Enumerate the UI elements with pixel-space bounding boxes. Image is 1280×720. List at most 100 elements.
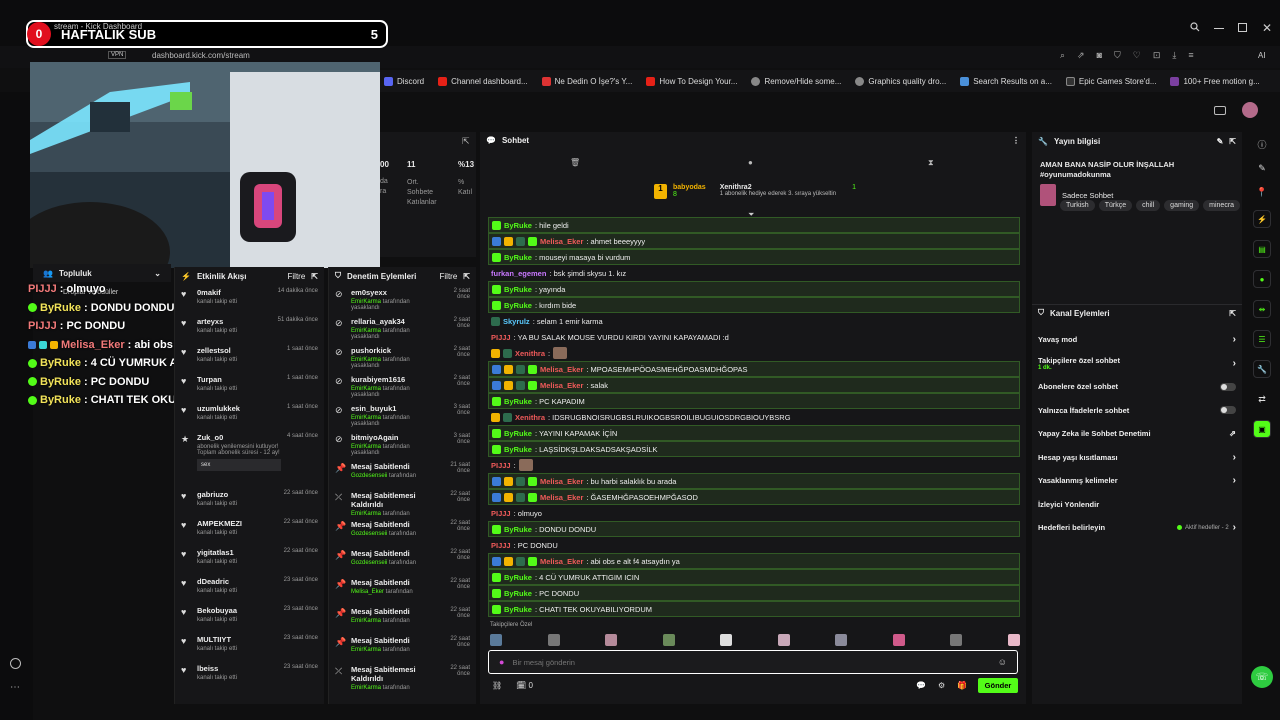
more-icon[interactable]: ⋮: [1012, 136, 1020, 145]
chat-message[interactable]: Melisa_Eker: MPOASEMHPÖOASMEHĞPOASMDHĞOP…: [488, 361, 1020, 377]
chat-message[interactable]: PIJJJ: PC DONDU: [488, 537, 1020, 553]
emote-button[interactable]: [720, 634, 733, 646]
emote-button[interactable]: [547, 634, 560, 646]
channel-action-item[interactable]: Hedefleri belirleyin Aktif hedefler - 2 ›: [1032, 516, 1242, 540]
emote-button[interactable]: [605, 634, 618, 646]
chevron-right-icon[interactable]: ›: [1233, 522, 1236, 533]
activity-item[interactable]: ♥ Turpan kanalı takip etti 1 saat önce: [175, 372, 324, 401]
vpn-badge[interactable]: VPN: [108, 51, 127, 59]
chat-message[interactable]: ByRuke: PC KAPADIM: [488, 393, 1020, 409]
chat-username[interactable]: PIJJJ: [491, 461, 511, 470]
chat-username[interactable]: PIJJJ: [491, 541, 511, 550]
chat-message[interactable]: Xenithra:: [488, 345, 1020, 361]
chat-username[interactable]: ByRuke: [504, 301, 532, 310]
emote-button[interactable]: [950, 634, 963, 646]
emote-button[interactable]: [835, 634, 848, 646]
close-icon[interactable]: ✕: [1262, 21, 1272, 35]
window-icon[interactable]: [1214, 106, 1226, 115]
link-icon[interactable]: ⇹: [1253, 300, 1271, 318]
chat-username[interactable]: ByRuke: [504, 445, 532, 454]
share-icon[interactable]: ⇄: [1244, 384, 1280, 414]
chat-message[interactable]: Melisa_Eker: abi obs e alt f4 atsaydın y…: [488, 553, 1020, 569]
emote-button[interactable]: [777, 634, 790, 646]
zoom-icon[interactable]: ⌕: [1060, 50, 1065, 61]
chevron-right-icon[interactable]: ›: [1233, 452, 1236, 463]
channel-action-item[interactable]: Abonelere özel sohbet: [1032, 375, 1242, 399]
chat-message[interactable]: ByRuke: DONDU DONDU: [488, 521, 1020, 537]
send-button[interactable]: Gönder: [978, 678, 1018, 693]
activity-item[interactable]: ♥ AMPEKMEZI kanalı takip etti 22 saat önce: [175, 516, 324, 545]
moderation-item[interactable]: ⤫ Mesaj Sabitlemesi Kaldırıldı EmirKarma t…: [329, 488, 476, 517]
moderation-item[interactable]: ⊘ kurabiyem1616 EmirKarma tarafından yasak…: [329, 372, 476, 401]
chat-username[interactable]: Melisa_Eker: [540, 493, 583, 502]
activity-item[interactable]: ♥ MULTIIYT kanalı takip etti 23 saat önce: [175, 632, 324, 661]
activity-filter-button[interactable]: Filtre: [288, 272, 306, 281]
chevron-down-icon[interactable]: ⌄: [154, 269, 161, 278]
chat-settings-icon[interactable]: 💬: [916, 681, 926, 690]
chevron-right-icon[interactable]: ›: [1233, 334, 1236, 345]
chat-message[interactable]: PIJJJ: YA BU SALAK MOUSE VURDU KIRDI YAY…: [488, 329, 1020, 345]
moderation-item[interactable]: 📌 Mesaj Sabitlendi Gozdesenseii tarafından…: [329, 459, 476, 488]
browser-tab[interactable]: stream - Kick Dashboard: [54, 22, 142, 31]
emote-button[interactable]: [892, 634, 905, 646]
chat-username[interactable]: ByRuke: [504, 397, 532, 406]
channel-action-item[interactable]: Yalnızca İfadelerle sohbet: [1032, 399, 1242, 423]
moderation-item[interactable]: ⊘ pushorkick EmirKarma tarafından yasaklan…: [329, 343, 476, 372]
expand-icon[interactable]: ⇱: [463, 272, 470, 281]
trash-icon[interactable]: 🗑: [570, 158, 580, 167]
category-thumbnail[interactable]: [1040, 184, 1056, 206]
activity-item[interactable]: ♥ 0makif kanalı takip etti 14 dakika önce: [175, 285, 324, 314]
chat-message[interactable]: ByRuke: 4 CÜ YUMRUK ATTIGIM ICIN: [488, 569, 1020, 585]
gift-icon[interactable]: ▣: [1253, 420, 1271, 438]
channel-action-item[interactable]: Yasaklanmış kelimeler ›: [1032, 469, 1242, 493]
toggle-switch[interactable]: [1220, 382, 1236, 391]
chat-message[interactable]: PIJJJ:: [488, 457, 1020, 473]
chat-message[interactable]: PIJJJ: olmuyo: [488, 505, 1020, 521]
chat-username[interactable]: Melisa_Eker: [540, 477, 583, 486]
chat-username[interactable]: ByRuke: [504, 573, 532, 582]
activity-item[interactable]: ♥ dDeadric kanalı takip etti 23 saat önce: [175, 574, 324, 603]
bookmark-icon[interactable]: ⊡: [1153, 50, 1161, 61]
minimize-icon[interactable]: [1214, 28, 1224, 29]
activity-item[interactable]: ♥ yigitatlas1 kanalı takip etti 22 saat önc…: [175, 545, 324, 574]
bookmark-graphics[interactable]: Graphics quality dro...: [855, 76, 946, 86]
expand-icon[interactable]: ⇱: [1229, 137, 1236, 146]
chat-username[interactable]: PIJJJ: [491, 333, 511, 342]
edit-icon[interactable]: ✎: [1217, 137, 1224, 146]
pen-icon[interactable]: ✎: [1244, 156, 1280, 180]
url-field[interactable]: dashboard.kick.com/stream: [152, 51, 250, 60]
chat-message[interactable]: ByRuke: LAŞSİDKŞLDAKSADSAKŞADSİLK: [488, 441, 1020, 457]
wrench-icon[interactable]: 🔧: [1253, 360, 1271, 378]
moderation-item[interactable]: ⊘ esin_buyuk1 EmirKarma tarafından yasakla…: [329, 401, 476, 430]
stream-tag[interactable]: chill: [1136, 200, 1161, 211]
shield-icon[interactable]: ⛉: [1114, 50, 1121, 61]
heart-icon[interactable]: ♡: [1133, 50, 1141, 61]
chat-username[interactable]: Melisa_Eker: [540, 365, 583, 374]
chat-username[interactable]: Xenithra: [515, 413, 545, 422]
expand-icon[interactable]: ⇱: [311, 272, 318, 281]
moderation-item[interactable]: 📌 Mesaj Sabitlendi EmirKarma tarafından 22 …: [329, 633, 476, 662]
stream-tag[interactable]: minecra: [1203, 200, 1241, 211]
chat-message[interactable]: Melisa_Eker: bu harbi salaklık bu arada: [488, 473, 1020, 489]
support-icon[interactable]: ☏: [1251, 666, 1273, 688]
share-icon[interactable]: ⇗: [1077, 50, 1085, 61]
bolt-icon[interactable]: ⚡: [1253, 210, 1271, 228]
pin-icon[interactable]: 📍: [1244, 180, 1280, 204]
moderation-item[interactable]: ⊘ rellaria_ayak34 EmirKarma tarafından yas…: [329, 314, 476, 343]
chat-username[interactable]: Xenithra: [515, 349, 545, 358]
chat-username[interactable]: ByRuke: [504, 429, 532, 438]
emote-button[interactable]: [490, 634, 502, 646]
calendar-count[interactable]: 🗓 0: [516, 681, 533, 690]
moderation-item[interactable]: 📌 Mesaj Sabitlendi Melisa_Eker tarafından 2…: [329, 575, 476, 604]
moderation-item[interactable]: 📌 Mesaj Sabitlendi EmirKarma tarafından 22 …: [329, 604, 476, 633]
stream-tag[interactable]: Türkçe: [1098, 200, 1133, 211]
emote-button[interactable]: [662, 634, 675, 646]
stream-tag[interactable]: gaming: [1164, 200, 1200, 211]
camera-icon[interactable]: ◙: [1097, 50, 1102, 61]
chat-message[interactable]: furkan_egemen: bsk şimdi skysu 1. kız: [488, 265, 1020, 281]
avatar[interactable]: [1242, 102, 1258, 118]
bookmark-channel-dashboard[interactable]: Channel dashboard...: [438, 76, 528, 86]
chat-bubble-icon[interactable]: ●: [1253, 270, 1271, 288]
chevron-right-icon[interactable]: ›: [1233, 475, 1236, 486]
activity-item[interactable]: ♥ Bekobuyaa kanalı takip etti 23 saat önce: [175, 603, 324, 632]
